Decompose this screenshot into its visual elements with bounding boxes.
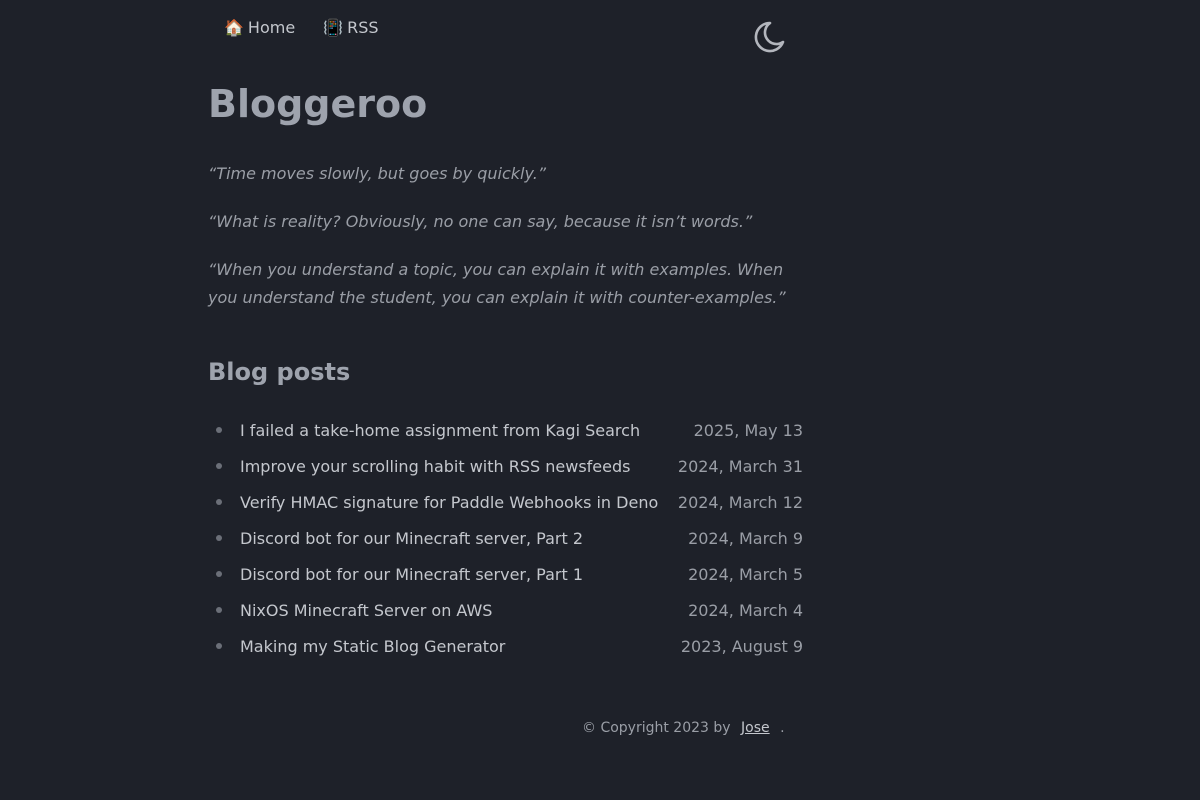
post-date: 2024, March 5	[688, 564, 803, 584]
post-list: I failed a take-home assignment from Kag…	[208, 412, 803, 664]
post-date: 2023, August 9	[680, 636, 803, 656]
post-link[interactable]: Making my Static Blog Generator	[240, 637, 669, 656]
footer: © Copyright 2023 by Jose .	[582, 720, 785, 736]
list-item: Verify HMAC signature for Paddle Webhook…	[208, 484, 803, 520]
nav-rss-label: RSS	[347, 18, 379, 37]
author-link[interactable]: Jose	[741, 720, 770, 736]
nav-home-link[interactable]: 🏠 Home	[224, 18, 295, 37]
moon-icon	[754, 21, 785, 53]
bullet-icon	[216, 643, 222, 649]
quote: “What is reality? Obviously, no one can …	[208, 212, 753, 231]
bullet-icon	[216, 535, 222, 541]
copyright-text: © Copyright 2023 by	[582, 720, 731, 736]
bullet-icon	[216, 607, 222, 613]
post-link[interactable]: NixOS Minecraft Server on AWS	[240, 601, 676, 620]
bullet-icon	[216, 427, 222, 433]
post-link[interactable]: Verify HMAC signature for Paddle Webhook…	[240, 493, 666, 512]
footer-period: .	[780, 720, 785, 736]
house-icon: 🏠	[224, 18, 244, 37]
list-item: Making my Static Blog Generator 2023, Au…	[208, 628, 803, 664]
rss-icon: 📳	[323, 18, 344, 37]
theme-toggle-button[interactable]	[748, 18, 786, 56]
post-link[interactable]: Improve your scrolling habit with RSS ne…	[240, 457, 666, 476]
post-date: 2025, May 13	[693, 420, 803, 440]
nav-rss-link[interactable]: 📳 RSS	[323, 18, 378, 37]
nav-home-label: Home	[247, 18, 296, 37]
list-item: NixOS Minecraft Server on AWS 2024, Marc…	[208, 592, 803, 628]
post-link[interactable]: Discord bot for our Minecraft server, Pa…	[240, 565, 676, 584]
quote: “When you understand a topic, you can ex…	[208, 260, 786, 307]
post-date: 2024, March 12	[677, 492, 803, 512]
top-nav: 🏠 Home 📳 RSS	[224, 18, 379, 37]
post-link[interactable]: I failed a take-home assignment from Kag…	[240, 421, 682, 440]
list-item: I failed a take-home assignment from Kag…	[208, 412, 803, 448]
list-item: Improve your scrolling habit with RSS ne…	[208, 448, 803, 484]
quote: “Time moves slowly, but goes by quickly.…	[208, 164, 547, 183]
blog-posts-heading: Blog posts	[208, 358, 351, 386]
site-title: Bloggeroo	[208, 82, 428, 126]
bullet-icon	[216, 499, 222, 505]
quotes-block: “Time moves slowly, but goes by quickly.…	[208, 160, 788, 332]
post-date: 2024, March 4	[688, 600, 803, 620]
list-item: Discord bot for our Minecraft server, Pa…	[208, 520, 803, 556]
list-item: Discord bot for our Minecraft server, Pa…	[208, 556, 803, 592]
post-link[interactable]: Discord bot for our Minecraft server, Pa…	[240, 529, 676, 548]
bullet-icon	[216, 571, 222, 577]
post-date: 2024, March 31	[677, 456, 803, 476]
bullet-icon	[216, 463, 222, 469]
post-date: 2024, March 9	[688, 528, 803, 548]
